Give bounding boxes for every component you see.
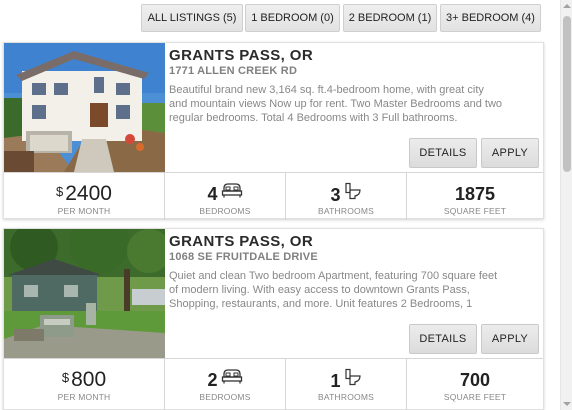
scrollbar-thumb[interactable] [563, 16, 571, 172]
sqft-stat: 1875 SQUARE FEET [407, 173, 543, 220]
bedrooms-stat: 2 BEDROOMS [165, 359, 286, 410]
scroll-down-arrow-icon[interactable] [561, 398, 572, 410]
price-value: 2400 [65, 182, 112, 205]
listing-city: GRANTS PASS, OR [169, 233, 314, 250]
filter-all-listings-button[interactable]: ALL LISTINGS (5) [141, 4, 243, 32]
listing-description: Beautiful brand new 3,164 sq. ft.4-bedro… [169, 84, 503, 124]
currency-symbol: $ [56, 184, 64, 199]
price-label: PER MONTH [57, 206, 111, 216]
details-button[interactable]: DETAILS [409, 138, 477, 168]
sqft-label: SQUARE FEET [443, 206, 507, 216]
filter-1-bedroom-button[interactable]: 1 BEDROOM (0) [245, 4, 340, 32]
sqft-label: SQUARE FEET [443, 392, 507, 402]
bedrooms-label: BEDROOMS [199, 392, 251, 402]
apply-button[interactable]: APPLY [481, 138, 539, 168]
bedrooms-value: 4 [207, 184, 218, 204]
price-stat: $800 PER MONTH [4, 359, 165, 410]
details-button[interactable]: DETAILS [409, 324, 477, 354]
filter-bar: ALL LISTINGS (5) 1 BEDROOM (0) 2 BEDROOM… [0, 4, 548, 32]
listing-city: GRANTS PASS, OR [169, 47, 314, 64]
listing-street: 1771 ALLEN CREEK RD [169, 65, 298, 77]
scroll-up-arrow-icon[interactable] [561, 0, 572, 12]
filter-2-bedroom-button[interactable]: 2 BEDROOM (1) [343, 4, 437, 32]
bedrooms-stat: 4 BEDROOMS [165, 173, 286, 220]
listing-card: GRANTS PASS, OR 1068 SE FRUITDALE DRIVE … [3, 228, 544, 410]
bathrooms-value: 3 [330, 185, 341, 205]
bedrooms-label: BEDROOMS [199, 206, 251, 216]
bathrooms-stat: 3 BATHROOMS [286, 173, 407, 220]
bed-icon [221, 368, 243, 392]
sqft-stat: 700 SQUARE FEET [407, 359, 543, 410]
sqft-value: 1875 [454, 184, 496, 204]
price-value: 800 [71, 368, 107, 391]
listing-photo[interactable] [4, 43, 165, 172]
apply-button[interactable]: APPLY [481, 324, 539, 354]
bedrooms-value: 2 [207, 370, 218, 390]
price-stat: $2400 PER MONTH [4, 173, 165, 220]
listing-photo[interactable] [4, 229, 165, 358]
bathrooms-value: 1 [330, 371, 341, 391]
toilet-icon [344, 182, 362, 208]
listing-stats: $800 PER MONTH 2 BEDROOMS 1 BATHROOMS 70… [4, 358, 543, 410]
listing-street: 1068 SE FRUITDALE DRIVE [169, 251, 318, 263]
toilet-icon [344, 368, 362, 394]
listing-description: Quiet and clean Two bedroom Apartment, f… [169, 270, 498, 310]
bathrooms-stat: 1 BATHROOMS [286, 359, 407, 410]
listing-stats: $2400 PER MONTH 4 BEDROOMS 3 BATHROOMS 1… [4, 172, 543, 220]
filter-3plus-bedroom-button[interactable]: 3+ BEDROOM (4) [440, 4, 541, 32]
listing-card: GRANTS PASS, OR 1771 ALLEN CREEK RD Beau… [3, 42, 544, 220]
bathrooms-label: BATHROOMS [318, 206, 374, 216]
currency-symbol: $ [61, 370, 70, 385]
sqft-value: 700 [459, 370, 491, 390]
vertical-scrollbar[interactable] [560, 0, 572, 410]
price-label: PER MONTH [57, 392, 111, 402]
bed-icon [221, 182, 243, 206]
bathrooms-label: BATHROOMS [318, 392, 374, 402]
